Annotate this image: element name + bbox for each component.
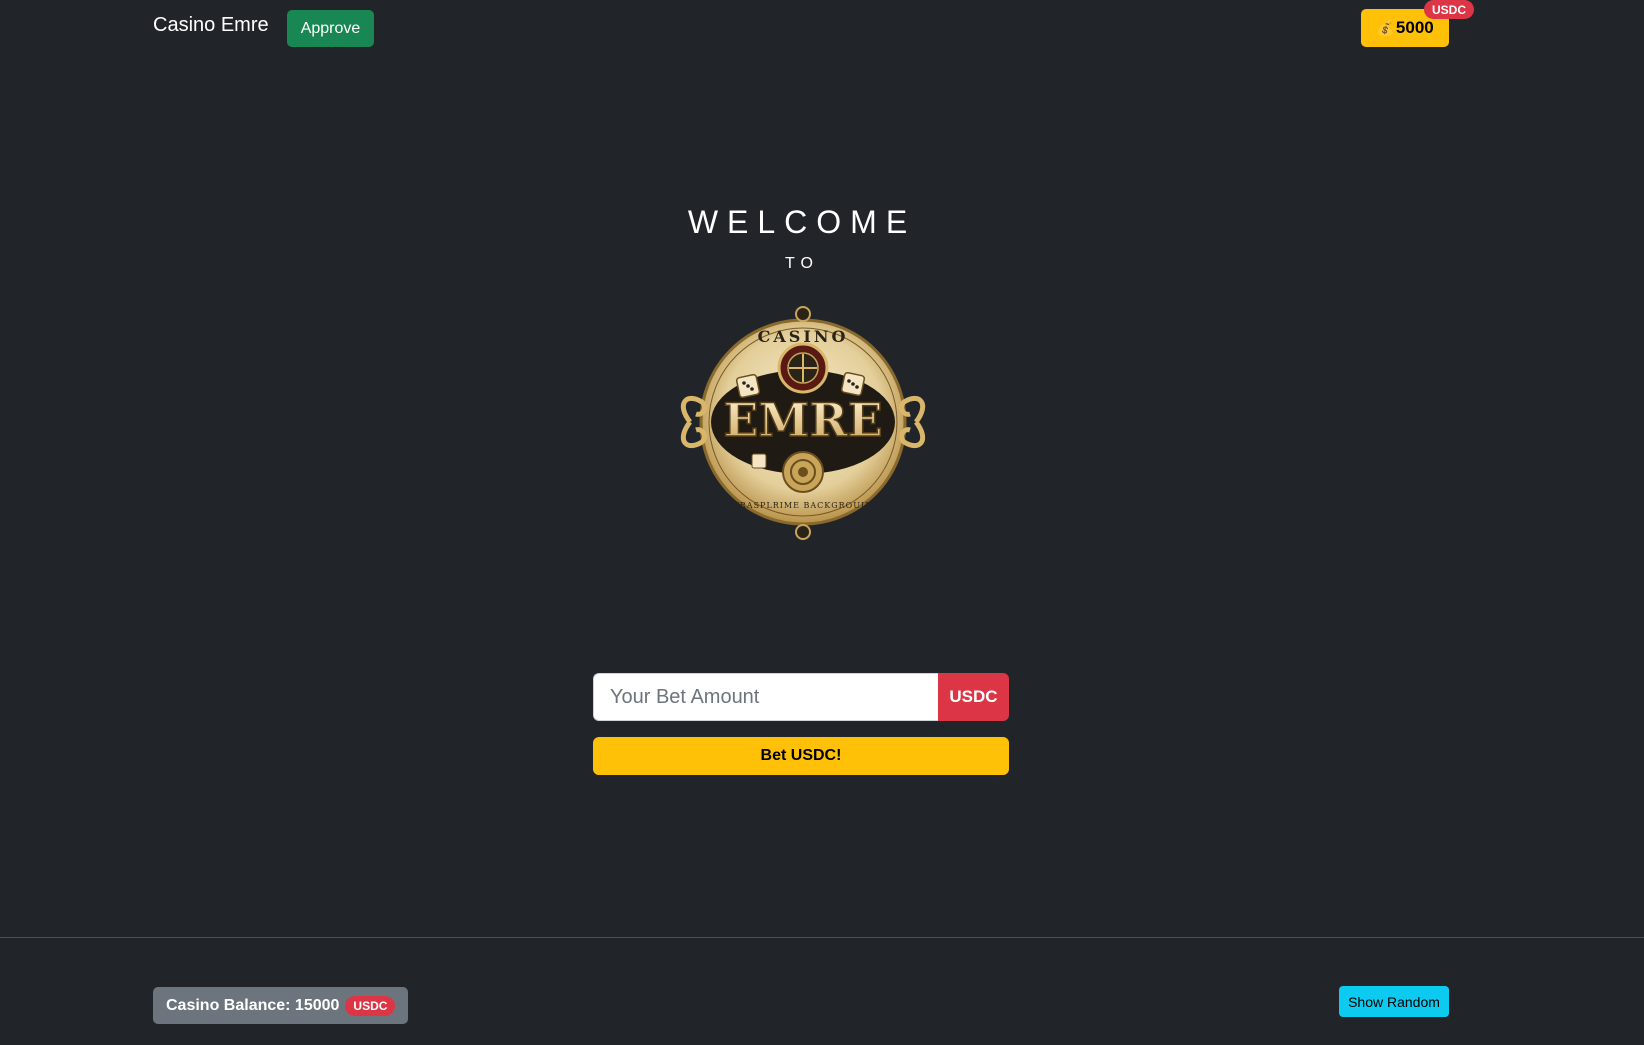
casino-balance-label: Casino Balance: 15000 <box>166 996 340 1014</box>
bet-amount-input[interactable] <box>593 673 938 721</box>
navbar-brand[interactable]: Casino Emre <box>153 14 269 37</box>
casino-balance-button[interactable]: Casino Balance: 15000 USDC <box>153 987 409 1024</box>
bet-button[interactable]: Bet USDC! <box>593 737 1009 775</box>
footer-divider <box>0 937 1644 938</box>
wallet-balance-value: 5000 <box>1395 18 1434 37</box>
welcome-heading: WELCOME <box>687 204 917 240</box>
bet-input-group: USDC <box>593 673 1009 721</box>
money-bag-icon: 💰 <box>1376 20 1395 37</box>
casino-emre-logo: CASINO EMRE TRASPLRIME BACKGROUID <box>680 306 926 540</box>
logo-top-text: CASINO <box>758 327 849 346</box>
page: Casino Emre Approve 💰 5000 USDC WELCOME … <box>0 0 1644 1045</box>
welcome-subheading: TO <box>785 255 819 272</box>
logo-bottom-text: TRASPLRIME BACKGROUID <box>733 501 872 510</box>
logo-main-text: EMRE <box>723 393 882 447</box>
wallet-currency-badge: USDC <box>1424 0 1475 19</box>
show-random-button[interactable]: Show Random <box>1339 986 1449 1017</box>
bet-currency-addon: USDC <box>938 673 1009 721</box>
casino-balance-currency-badge: USDC <box>345 995 396 1016</box>
approve-button[interactable]: Approve <box>287 10 374 47</box>
